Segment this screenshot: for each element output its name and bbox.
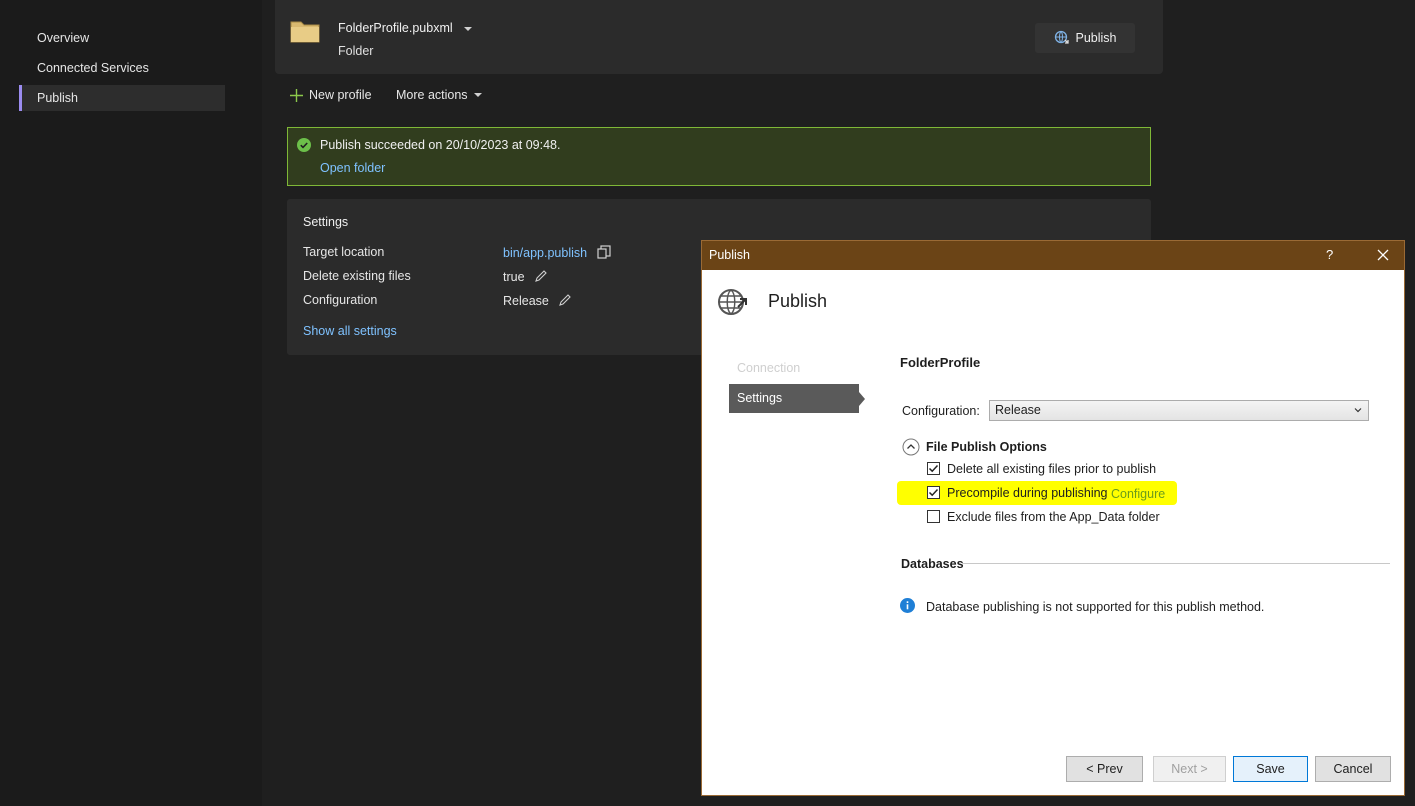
configure-link[interactable]: Configure: [1111, 487, 1165, 501]
profile-type: Folder: [338, 44, 374, 58]
cancel-button[interactable]: Cancel: [1315, 756, 1391, 782]
chevron-down-icon: [1354, 408, 1362, 413]
databases-heading: Databases: [901, 557, 964, 571]
configuration-select[interactable]: Release: [989, 400, 1369, 421]
show-all-settings-link[interactable]: Show all settings: [303, 324, 397, 338]
more-actions-button[interactable]: More actions: [396, 88, 482, 102]
more-actions-label: More actions: [396, 88, 468, 102]
target-location-label: Target location: [303, 245, 385, 259]
target-location-link[interactable]: bin/app.publish: [503, 246, 587, 260]
dialog-title: Publish: [709, 248, 750, 262]
help-button[interactable]: ?: [1326, 247, 1333, 262]
left-nav: Overview Connected Services Publish: [0, 0, 262, 806]
publish-button-label: Publish: [1075, 31, 1117, 45]
step-settings[interactable]: Settings: [729, 384, 859, 413]
new-profile-button[interactable]: New profile: [290, 88, 372, 102]
status-message: Publish succeeded on 20/10/2023 at 09:48…: [320, 138, 561, 152]
next-button[interactable]: Next >: [1153, 756, 1226, 782]
chevron-down-icon: [473, 93, 482, 97]
step-connection[interactable]: Connection: [737, 361, 800, 375]
nav-item-publish[interactable]: Publish: [19, 85, 225, 111]
configuration-field-label: Configuration:: [902, 404, 980, 418]
publish-globe-icon: [1054, 30, 1069, 44]
nav-item-overview[interactable]: Overview: [19, 25, 225, 51]
save-button[interactable]: Save: [1233, 756, 1308, 782]
delete-existing-files-label: Delete existing files: [303, 269, 411, 283]
nav-item-connected-services[interactable]: Connected Services: [19, 55, 225, 81]
profile-selector[interactable]: FolderProfile.pubxml: [338, 21, 473, 35]
configuration-select-value: Release: [995, 403, 1041, 417]
edit-pencil-icon[interactable]: [534, 269, 548, 283]
folder-icon: [290, 21, 320, 43]
profile-name: FolderProfile.pubxml: [338, 21, 453, 35]
delete-existing-files-row: true: [503, 269, 548, 284]
precompile-option-label: Precompile during publishing: [947, 486, 1108, 500]
chevron-down-icon: [464, 26, 473, 31]
close-icon[interactable]: [1374, 246, 1392, 264]
publish-success-banner: [287, 127, 1151, 186]
configuration-value: Release: [503, 294, 549, 308]
open-folder-link[interactable]: Open folder: [320, 161, 385, 175]
info-icon: [900, 598, 915, 613]
new-profile-label: New profile: [309, 88, 372, 102]
settings-title: Settings: [303, 215, 349, 229]
edit-pencil-icon[interactable]: [558, 293, 572, 307]
profile-heading: FolderProfile: [900, 355, 981, 370]
checkmark-icon: [928, 464, 939, 473]
globe-publish-icon: [718, 289, 747, 315]
target-location-row: bin/app.publish: [503, 245, 611, 260]
delete-existing-checkbox[interactable]: [927, 462, 940, 475]
delete-existing-option-label: Delete all existing files prior to publi…: [947, 462, 1157, 476]
precompile-checkbox[interactable]: [927, 486, 940, 499]
divider: [962, 563, 1390, 564]
checkmark-icon: [928, 488, 939, 497]
configuration-label: Configuration: [303, 293, 378, 307]
dialog-titlebar: Publish ?: [702, 241, 1404, 270]
profile-card: [275, 0, 1163, 74]
prev-button[interactable]: < Prev: [1066, 756, 1143, 782]
exclude-app-data-checkbox[interactable]: [927, 510, 940, 523]
collapse-chevron-icon[interactable]: [902, 438, 920, 456]
delete-existing-files-value: true: [503, 270, 525, 284]
database-note: Database publishing is not supported for…: [926, 600, 1265, 614]
dialog-header: Publish: [768, 291, 828, 311]
file-publish-options-heading: File Publish Options: [926, 440, 1047, 454]
exclude-app-data-option-label: Exclude files from the App_Data folder: [947, 510, 1160, 524]
success-check-icon: [297, 138, 311, 152]
configuration-row: Release: [503, 293, 572, 308]
publish-dialog: Publish ? Publish Connection Settings Fo…: [701, 240, 1405, 796]
plus-icon: [290, 88, 303, 102]
copy-icon[interactable]: [596, 245, 611, 259]
publish-button[interactable]: Publish: [1035, 23, 1135, 53]
step-arrow: [859, 392, 865, 406]
